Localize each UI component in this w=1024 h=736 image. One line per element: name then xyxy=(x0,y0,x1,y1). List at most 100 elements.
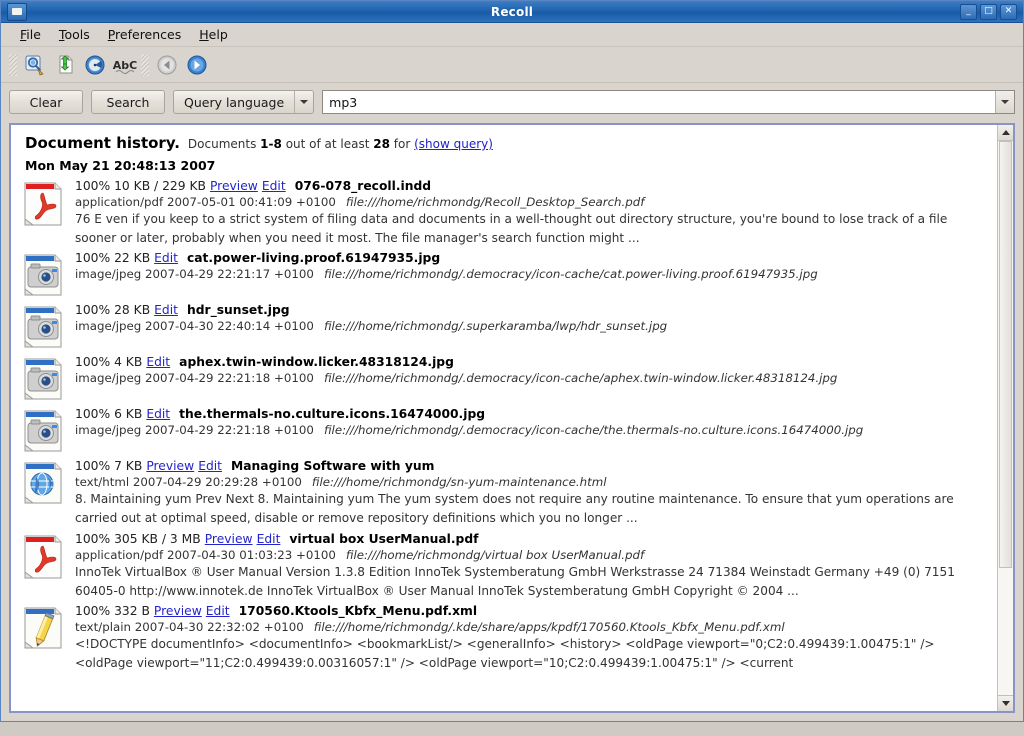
menu-preferences[interactable]: Preferences xyxy=(99,25,191,44)
entry-mimetype: application/pdf xyxy=(75,547,164,562)
entry-mimetype: image/jpeg xyxy=(75,267,142,282)
entry-icon-cell xyxy=(23,459,69,527)
entry-mimetype: application/pdf xyxy=(75,195,164,209)
result-entry[interactable]: 100% 28 KB Edit hdr_sunset.jpg image/jpeg 2… xyxy=(19,303,989,351)
entry-url: file:///home/richmondg/.kde/share/apps/k… xyxy=(313,620,785,635)
entry-size: 22 KB xyxy=(114,251,151,266)
entry-relevance: 100% xyxy=(75,355,111,370)
preferences-icon[interactable] xyxy=(81,51,109,79)
entry-icon-cell xyxy=(23,251,69,299)
tool-bar: AbC xyxy=(1,47,1023,83)
entry-snippet: 8. Maintaining yum Prev Next 8. Maintain… xyxy=(75,492,954,526)
query-history-dropdown-icon[interactable] xyxy=(995,91,1014,113)
jpeg-file-icon xyxy=(23,253,63,299)
edit-link[interactable]: Edit xyxy=(198,459,222,473)
preview-link[interactable]: Preview xyxy=(154,604,202,618)
result-entry[interactable]: 100% 332 B Preview Edit 170560.Ktools_Kbfx_… xyxy=(19,604,989,672)
entry-icon-cell xyxy=(23,355,69,403)
search-input[interactable] xyxy=(323,91,995,113)
result-entry[interactable]: 100% 305 KB / 3 MB Preview Edit virtual box… xyxy=(19,532,989,600)
clear-button[interactable]: Clear xyxy=(9,90,83,114)
entry-filename[interactable]: 170560.Ktools_Kbfx_Menu.pdf.xml xyxy=(239,604,477,618)
menu-tools[interactable]: Tools xyxy=(50,25,99,44)
chevron-down-icon[interactable] xyxy=(294,91,313,113)
entry-filename[interactable]: aphex.twin-window.licker.48318124.jpg xyxy=(179,355,454,369)
entry-size: 6 KB xyxy=(114,407,143,422)
result-entry[interactable]: 100% 4 KB Edit aphex.twin-window.licker.48… xyxy=(19,355,989,403)
scroll-down-arrow-icon[interactable] xyxy=(998,695,1013,711)
pdf-file-icon xyxy=(23,181,63,227)
preview-link[interactable]: Preview xyxy=(205,532,253,546)
search-button[interactable]: Search xyxy=(91,90,165,114)
svg-text:AbC: AbC xyxy=(113,59,137,72)
entry-meta: image/jpeg 2007-04-29 22:21:18 +0100 file… xyxy=(75,371,989,385)
show-query-link[interactable]: (show query) xyxy=(414,137,493,151)
result-entry[interactable]: 100% 10 KB / 229 KB Preview Edit 076-078_re… xyxy=(19,179,989,247)
entry-meta: application/pdf 2007-04-30 01:03:23 +010… xyxy=(75,548,989,562)
entry-date: 2007-04-30 22:32:02 +0100 xyxy=(134,620,304,635)
results-header-title: Document history. xyxy=(25,134,180,152)
results-count-middle: out of at least xyxy=(285,137,370,151)
entry-filename[interactable]: Managing Software with yum xyxy=(231,459,434,473)
scroll-up-arrow-icon[interactable] xyxy=(998,125,1013,141)
entry-url: file:///home/richmondg/sn-yum-maintenanc… xyxy=(311,475,607,490)
edit-link[interactable]: Edit xyxy=(146,355,170,369)
index-document-icon[interactable] xyxy=(51,51,79,79)
menu-help[interactable]: Help xyxy=(190,25,237,44)
title-bar: Recoll _ □ ✕ xyxy=(1,1,1023,23)
edit-link[interactable]: Edit xyxy=(206,604,230,618)
entry-mimetype: image/jpeg xyxy=(75,423,142,438)
back-arrow-icon[interactable] xyxy=(153,51,181,79)
entry-filename[interactable]: 076-078_recoll.indd xyxy=(295,179,431,193)
close-button[interactable]: ✕ xyxy=(1000,3,1017,20)
spelling-abc-icon[interactable]: AbC xyxy=(111,51,139,79)
entry-icon-cell xyxy=(23,303,69,351)
entry-relevance: 100% xyxy=(75,179,111,193)
entry-icon-cell xyxy=(23,407,69,455)
html-file-icon xyxy=(23,461,63,507)
entry-snippet: InnoTek VirtualBox ® User Manual Version… xyxy=(75,564,955,598)
window-controls: _ □ ✕ xyxy=(960,3,1020,20)
edit-link[interactable]: Edit xyxy=(146,407,170,421)
scrollbar-thumb[interactable] xyxy=(999,141,1012,568)
entry-mimetype: image/jpeg xyxy=(75,319,142,334)
entry-body: 100% 28 KB Edit hdr_sunset.jpg image/jpeg 2… xyxy=(69,303,989,351)
entry-filename[interactable]: hdr_sunset.jpg xyxy=(187,303,290,317)
scrollbar-track[interactable] xyxy=(998,141,1013,695)
entry-icon-cell xyxy=(23,532,69,600)
query-input-wrapper[interactable] xyxy=(322,90,1015,114)
entry-headline: 100% 332 B Preview Edit 170560.Ktools_Kbfx_… xyxy=(75,604,989,618)
result-entry[interactable]: 100% 7 KB Preview Edit Managing Software wi… xyxy=(19,459,989,527)
minimize-button[interactable]: _ xyxy=(960,3,977,20)
entry-size: 7 KB xyxy=(114,459,143,474)
result-entry[interactable]: 100% 6 KB Edit the.thermals-no.culture.ico… xyxy=(19,407,989,455)
entry-relevance: 100% xyxy=(75,407,111,422)
jpeg-file-icon xyxy=(23,357,63,403)
toolbar-grip-2[interactable] xyxy=(141,53,149,76)
update-index-icon[interactable] xyxy=(21,51,49,79)
entry-mimetype: image/jpeg xyxy=(75,371,142,386)
menu-file[interactable]: File xyxy=(11,25,50,44)
entry-filename[interactable]: virtual box UserManual.pdf xyxy=(289,532,478,546)
entry-filename[interactable]: cat.power-living.proof.61947935.jpg xyxy=(187,251,440,265)
results-count-prefix: Documents xyxy=(187,137,257,151)
menu-tools-rest: ools xyxy=(64,27,90,42)
toolbar-grip[interactable] xyxy=(9,53,17,76)
entry-snippet: 76 E ven if you keep to a strict system … xyxy=(75,212,948,245)
edit-link[interactable]: Edit xyxy=(262,179,286,193)
entry-icon-cell xyxy=(23,604,69,672)
maximize-button[interactable]: □ xyxy=(980,3,997,20)
results-header: Document history. Documents 1-8 out of a… xyxy=(25,134,989,152)
query-language-select[interactable]: Query language xyxy=(173,90,315,114)
preview-link[interactable]: Preview xyxy=(210,179,258,193)
entry-filename[interactable]: the.thermals-no.culture.icons.16474000.j… xyxy=(179,407,485,421)
edit-link[interactable]: Edit xyxy=(257,532,281,546)
entry-date: 2007-04-30 22:40:14 +0100 xyxy=(144,319,314,334)
preview-link[interactable]: Preview xyxy=(146,459,194,473)
results-scrollbar[interactable] xyxy=(997,125,1013,711)
edit-link[interactable]: Edit xyxy=(154,303,178,317)
entry-body: 100% 6 KB Edit the.thermals-no.culture.ico… xyxy=(69,407,989,455)
result-entry[interactable]: 100% 22 KB Edit cat.power-living.proof.619… xyxy=(19,251,989,299)
edit-link[interactable]: Edit xyxy=(154,251,178,265)
forward-arrow-icon[interactable] xyxy=(183,51,211,79)
